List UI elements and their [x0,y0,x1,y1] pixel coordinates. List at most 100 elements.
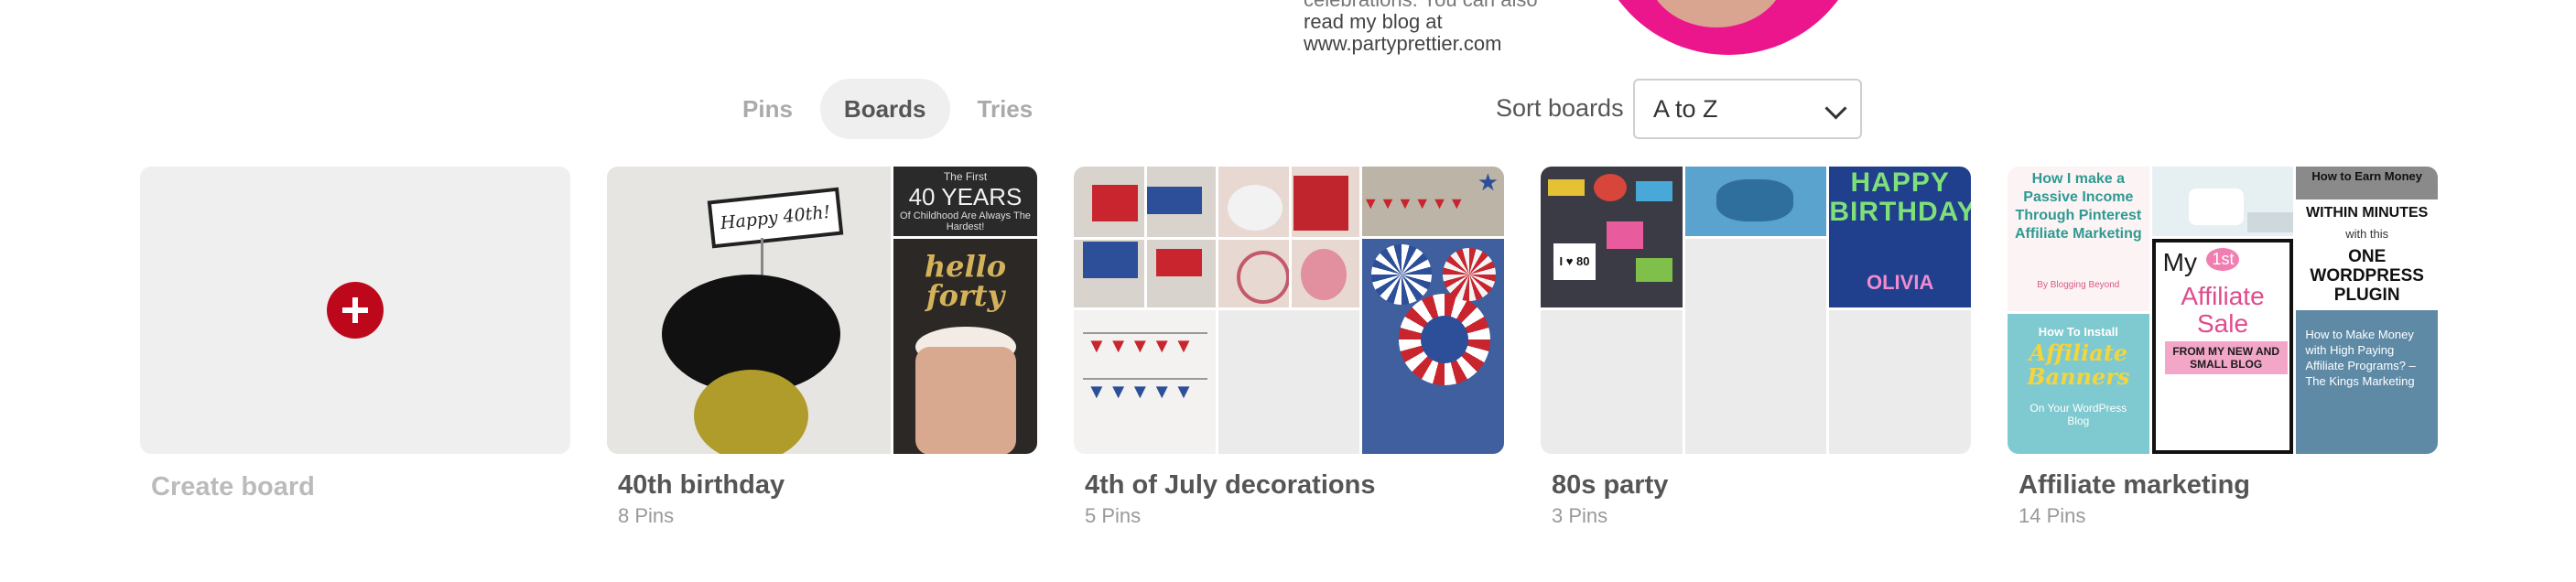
board-card[interactable]: How I make a Passive Income Through Pint… [2008,167,2438,528]
board-cover-image [2151,167,2294,236]
pin-text: How I make a Passive Income Through Pint… [2014,171,2142,242]
bunting-flags: ▼▼▼▼▼ [1087,380,1196,403]
board-cover[interactable]: ▼▼▼▼▼ ▼▼▼▼▼ ▼▼▼▼▼▼ ★ [1074,167,1504,454]
board-cover-image: I ♥ 80 [1541,167,1683,307]
gold-vase [694,370,808,454]
bio-link[interactable]: www.partyprettier.com [1304,33,1596,55]
white-balloon [1227,185,1283,231]
pin-text-source: By Blogging Beyond [2037,280,2120,290]
pin-text-highlight: Affiliate Banners [2027,340,2130,390]
cake-ruffles [915,347,1016,454]
bunting-flags: ▼▼▼▼▼ [1087,334,1196,357]
board-cover-empty [1218,310,1360,454]
pin-count-number: 5 [1085,504,1097,527]
rosette-center [1421,316,1469,363]
pin-text-badge: 1st [2206,248,2240,271]
pin-text: with this [2345,227,2389,241]
board-cover[interactable]: I ♥ 80 HAPPY BIRTHDAY OLIVIA [1541,167,1971,454]
board-cover-image: The First 40 YEARS Of Childhood Are Alwa… [893,167,1037,236]
board-cover-image: How I make a Passive Income Through Pint… [2008,167,2149,311]
sort-selected-value: A to Z [1653,94,1718,123]
board-cover-image: How To Install Affiliate Banners On Your… [2008,314,2149,454]
create-board-label[interactable]: Create board [151,472,570,502]
hello-forty-topper: hello forty [924,249,1007,313]
board-cover-column [1684,167,1827,454]
profile-tabs: Pins Boards Tries [719,79,1056,139]
board-cover[interactable]: How I make a Passive Income Through Pint… [2008,167,2438,454]
board-cover-image [1074,167,1216,307]
sort-boards-label: Sort boards [1496,94,1624,122]
red-paper [1092,185,1138,221]
board-cover[interactable]: Happy 40th! The First 40 YEARS Of Childh… [607,167,1037,454]
board-cover-image: My 1st Affiliate Sale FROM MY NEW AND SM… [2151,239,2294,454]
board-card[interactable]: ▼▼▼▼▼ ▼▼▼▼▼ ▼▼▼▼▼▼ ★ 4th of July decorat… [1074,167,1504,528]
chalk-text-top: The First [943,170,988,183]
board-title[interactable]: Affiliate marketing [2019,470,2438,501]
board-cover-empty [1541,310,1683,454]
board-cover-column [1218,167,1360,454]
bunting-flags: ▼▼▼▼▼▼ [1362,194,1467,212]
red-paper [1156,249,1202,276]
red-decor [1293,176,1348,231]
i-love-80-sign: I ♥ 80 [1553,243,1596,280]
profile-bio: celebrations. You can also read my blog … [1304,0,1596,55]
grid-divider [1144,167,1147,307]
board-pin-count: 3 Pins [1552,504,1971,528]
sort-boards-select[interactable]: A to Z [1633,79,1862,139]
board-cover-image [1362,239,1504,454]
board-cover-column: How I make a Passive Income Through Pint… [2008,167,2149,454]
board-pin-count: 5 Pins [1085,504,1504,528]
photo-prop [1548,179,1585,196]
laptop [2246,212,2293,232]
blue-paper [1147,187,1202,214]
board-cover-column: I ♥ 80 [1541,167,1683,454]
pin-count-number: 3 [1552,504,1564,527]
chalk-text-sub: Of Childhood Are Always The Hardest! [900,210,1031,232]
board-cover-image [1218,167,1360,307]
tab-tries[interactable]: Tries [954,79,1057,139]
pin-text: FROM MY NEW AND SMALL BLOG [2164,341,2288,374]
board-cover-column: My 1st Affiliate Sale FROM MY NEW AND SM… [2151,167,2294,454]
board-cover-image [1684,167,1827,236]
photo-prop [1636,258,1672,282]
pin-text: My [2162,248,2197,276]
board-cover-image: HAPPY BIRTHDAY OLIVIA [1829,167,1971,307]
tab-boards[interactable]: Boards [819,79,950,139]
blue-cups [1716,179,1793,221]
board-title[interactable]: 4th of July decorations [1085,470,1504,501]
avatar[interactable] [1591,0,1866,55]
board-pin-count: 8 Pins [618,504,1037,528]
board-cover-column: ▼▼▼▼▼ ▼▼▼▼▼ [1074,167,1216,454]
board-cover-empty [1684,239,1827,454]
pin-text: How To Install [2038,325,2118,339]
happy-birthday-banner: HAPPY BIRTHDAY [1829,167,1971,227]
create-board-card[interactable]: Create board [140,167,570,502]
board-pin-count: 14 Pins [2019,504,2438,528]
wreath [1236,251,1290,304]
board-cover-column: HAPPY BIRTHDAY OLIVIA [1829,167,1971,454]
pin-count-number: 8 [618,504,630,527]
pin-text: ONE WORDPRESS PLUGIN [2310,247,2424,305]
board-card[interactable]: I ♥ 80 HAPPY BIRTHDAY OLIVIA 80s party 3… [1541,167,1971,528]
coffee-cup [2188,189,2244,225]
pin-text: How to Make Money with High Paying Affil… [2305,328,2416,388]
photo-prop [1607,221,1643,249]
star-decor: ★ [1477,168,1499,196]
photo-prop [1636,181,1672,201]
chevron-down-icon [1824,97,1847,120]
pin-count-unit: Pins [634,504,675,527]
tab-pins[interactable]: Pins [719,79,817,139]
board-cover-image: Happy 40th! [607,167,891,454]
plus-icon[interactable] [327,282,384,339]
board-cover-image: ▼▼▼▼▼▼ ★ [1362,167,1504,236]
create-board-cover[interactable] [140,167,570,454]
board-cover-column: ▼▼▼▼▼▼ ★ [1362,167,1504,454]
board-card[interactable]: Happy 40th! The First 40 YEARS Of Childh… [607,167,1037,528]
board-cover-image: How to Make Money with High Paying Affil… [2296,310,2438,454]
board-cover-column: How to Earn Money WITHIN MINUTES with th… [2296,167,2438,454]
pin-text: How to Earn Money [2296,167,2438,199]
board-title[interactable]: 80s party [1552,470,1971,501]
board-cover-image: hello forty [893,239,1037,454]
board-title[interactable]: 40th birthday [618,470,1037,501]
paper-fan-rosette [1443,248,1497,301]
